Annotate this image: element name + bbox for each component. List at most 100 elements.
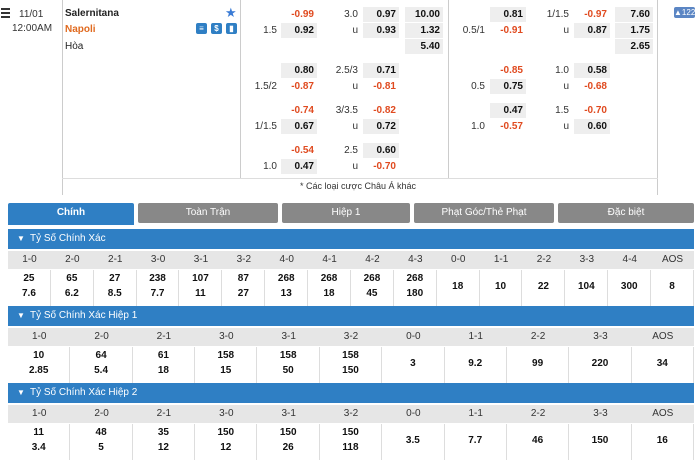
score-odds-value-2[interactable]: 7.6 (8, 288, 50, 299)
section-header[interactable]: ▼ Tỷ Số Chính Xác Hiệp 2 (8, 383, 694, 403)
score-odds-cell[interactable]: 268 18 (308, 270, 351, 306)
section-header[interactable]: ▼ Tỷ Số Chính Xác (8, 229, 694, 249)
score-odds-cell[interactable]: 150 26 (258, 424, 320, 460)
score-odds-cell[interactable]: 268 180 (394, 270, 437, 306)
score-odds-cell[interactable]: 48 5 (70, 424, 133, 460)
score-odds-cell[interactable]: 220 (569, 347, 632, 383)
ft-over-odds[interactable]: 0.71 (363, 63, 399, 78)
score-odds-cell[interactable]: 35 12 (133, 424, 196, 460)
ft-1x2-draw[interactable]: 5.40 (405, 39, 443, 54)
score-odds-value[interactable]: 65 (51, 273, 93, 284)
score-odds-value-2[interactable]: 150 (320, 365, 381, 376)
score-odds-value[interactable]: 268 (308, 273, 350, 284)
ht-handicap-away-odds[interactable]: 0.75 (490, 79, 526, 94)
score-odds-cell[interactable]: 3 (382, 347, 445, 383)
score-odds-cell[interactable]: 87 27 (222, 270, 266, 306)
score-odds-cell[interactable]: 61 18 (133, 347, 196, 383)
score-odds-value-2[interactable]: 5 (70, 442, 131, 453)
score-odds-value-2[interactable]: 18 (308, 288, 350, 299)
ft-1x2-away[interactable]: 1.32 (405, 23, 443, 38)
ft-under-odds[interactable]: 0.72 (363, 119, 399, 134)
score-odds-cell[interactable]: 10 2.85 (8, 347, 71, 383)
score-odds-value-2[interactable]: 27 (222, 288, 264, 299)
score-odds-value[interactable]: 104 (565, 281, 607, 292)
ft-over-odds[interactable]: 0.97 (363, 7, 399, 22)
score-odds-value[interactable]: 158 (258, 350, 319, 361)
home-team[interactable]: Salernitana (65, 8, 119, 19)
score-odds-value[interactable]: 268 (265, 273, 307, 284)
score-odds-cell[interactable]: 150 118 (320, 424, 383, 460)
score-odds-value[interactable]: 64 (70, 350, 131, 361)
score-odds-value-2[interactable]: 8.5 (94, 288, 136, 299)
ht-over-odds[interactable]: -0.97 (574, 7, 610, 22)
score-odds-value-2[interactable]: 2.85 (8, 365, 69, 376)
ht-under-odds[interactable]: 0.60 (574, 119, 610, 134)
score-odds-cell[interactable]: 7.7 (445, 424, 507, 460)
score-odds-value[interactable]: 34 (632, 358, 693, 369)
ft-under-odds[interactable]: -0.81 (363, 79, 399, 94)
score-odds-cell[interactable]: 107 11 (180, 270, 223, 306)
score-odds-value[interactable]: 150 (569, 435, 630, 446)
score-odds-value[interactable]: 10 (8, 350, 69, 361)
score-odds-cell[interactable]: 16 (632, 424, 694, 460)
tab-full-match[interactable]: Toàn Trận (138, 203, 278, 223)
money-icon[interactable]: $ (211, 23, 222, 34)
ht-under-odds[interactable]: -0.68 (574, 79, 610, 94)
ht-1x2-draw[interactable]: 2.65 (615, 39, 653, 54)
ft-handicap-away-odds[interactable]: 0.92 (281, 23, 317, 38)
score-odds-cell[interactable]: 158 50 (258, 347, 320, 383)
score-odds-value-2[interactable]: 12 (133, 442, 194, 453)
ht-handicap-home-odds[interactable]: 0.81 (490, 7, 526, 22)
more-markets-badge[interactable]: ▲122 (674, 7, 695, 18)
ft-handicap-away-odds[interactable]: 0.47 (281, 159, 317, 174)
score-odds-value[interactable]: 238 (137, 273, 179, 284)
score-odds-value-2[interactable]: 15 (195, 365, 256, 376)
score-odds-value[interactable]: 158 (320, 350, 381, 361)
ft-handicap-home-odds[interactable]: -0.54 (281, 143, 317, 158)
score-odds-value-2[interactable]: 12 (195, 442, 256, 453)
menu-icon[interactable] (1, 8, 10, 18)
score-odds-value[interactable]: 150 (258, 427, 319, 438)
score-odds-value[interactable]: 8 (651, 281, 693, 292)
score-odds-value[interactable]: 220 (569, 358, 630, 369)
ft-over-odds[interactable]: 0.60 (363, 143, 399, 158)
ft-handicap-away-odds[interactable]: 0.67 (281, 119, 317, 134)
score-odds-value-2[interactable]: 13 (265, 288, 307, 299)
score-odds-value[interactable]: 300 (608, 281, 650, 292)
tab-special[interactable]: Đặc biệt (558, 203, 694, 223)
ft-under-odds[interactable]: -0.70 (363, 159, 399, 174)
score-odds-value[interactable]: 3 (382, 358, 443, 369)
ht-handicap-away-odds[interactable]: -0.57 (490, 119, 526, 134)
score-odds-cell[interactable]: 104 (565, 270, 609, 306)
score-odds-value[interactable]: 87 (222, 273, 264, 284)
tab-main[interactable]: Chính (8, 203, 134, 225)
score-odds-cell[interactable]: 300 (608, 270, 652, 306)
score-odds-value[interactable]: 107 (180, 273, 222, 284)
score-odds-cell[interactable]: 22 (523, 270, 566, 306)
score-odds-cell[interactable]: 34 (632, 347, 694, 383)
score-odds-value[interactable]: 3.5 (382, 435, 443, 446)
score-odds-value[interactable]: 18 (437, 281, 479, 292)
ft-under-odds[interactable]: 0.93 (363, 23, 399, 38)
score-odds-cell[interactable]: 25 7.6 (8, 270, 51, 306)
section-header[interactable]: ▼ Tỷ Số Chính Xác Hiệp 1 (8, 306, 694, 326)
score-odds-value[interactable]: 150 (195, 427, 256, 438)
ft-1x2-home[interactable]: 10.00 (405, 7, 443, 22)
away-team[interactable]: Napoli (65, 24, 96, 35)
score-odds-value[interactable]: 27 (94, 273, 136, 284)
score-odds-value[interactable]: 35 (133, 427, 194, 438)
score-odds-value[interactable]: 46 (507, 435, 568, 446)
ft-over-odds[interactable]: -0.82 (363, 103, 399, 118)
score-odds-cell[interactable]: 150 12 (195, 424, 258, 460)
score-odds-cell[interactable]: 238 7.7 (137, 270, 180, 306)
ft-handicap-away-odds[interactable]: -0.87 (281, 79, 317, 94)
score-odds-value[interactable]: 268 (351, 273, 393, 284)
score-odds-value[interactable]: 268 (394, 273, 436, 284)
score-odds-cell[interactable]: 9.2 (445, 347, 507, 383)
other-asian-odds-link[interactable]: * Các loại cược Châu Á khác (300, 181, 416, 191)
score-odds-value-2[interactable]: 6.2 (51, 288, 93, 299)
ht-under-odds[interactable]: 0.87 (574, 23, 610, 38)
ht-over-odds[interactable]: -0.70 (574, 103, 610, 118)
ft-handicap-home-odds[interactable]: -0.99 (281, 7, 317, 22)
ft-handicap-home-odds[interactable]: 0.80 (281, 63, 317, 78)
